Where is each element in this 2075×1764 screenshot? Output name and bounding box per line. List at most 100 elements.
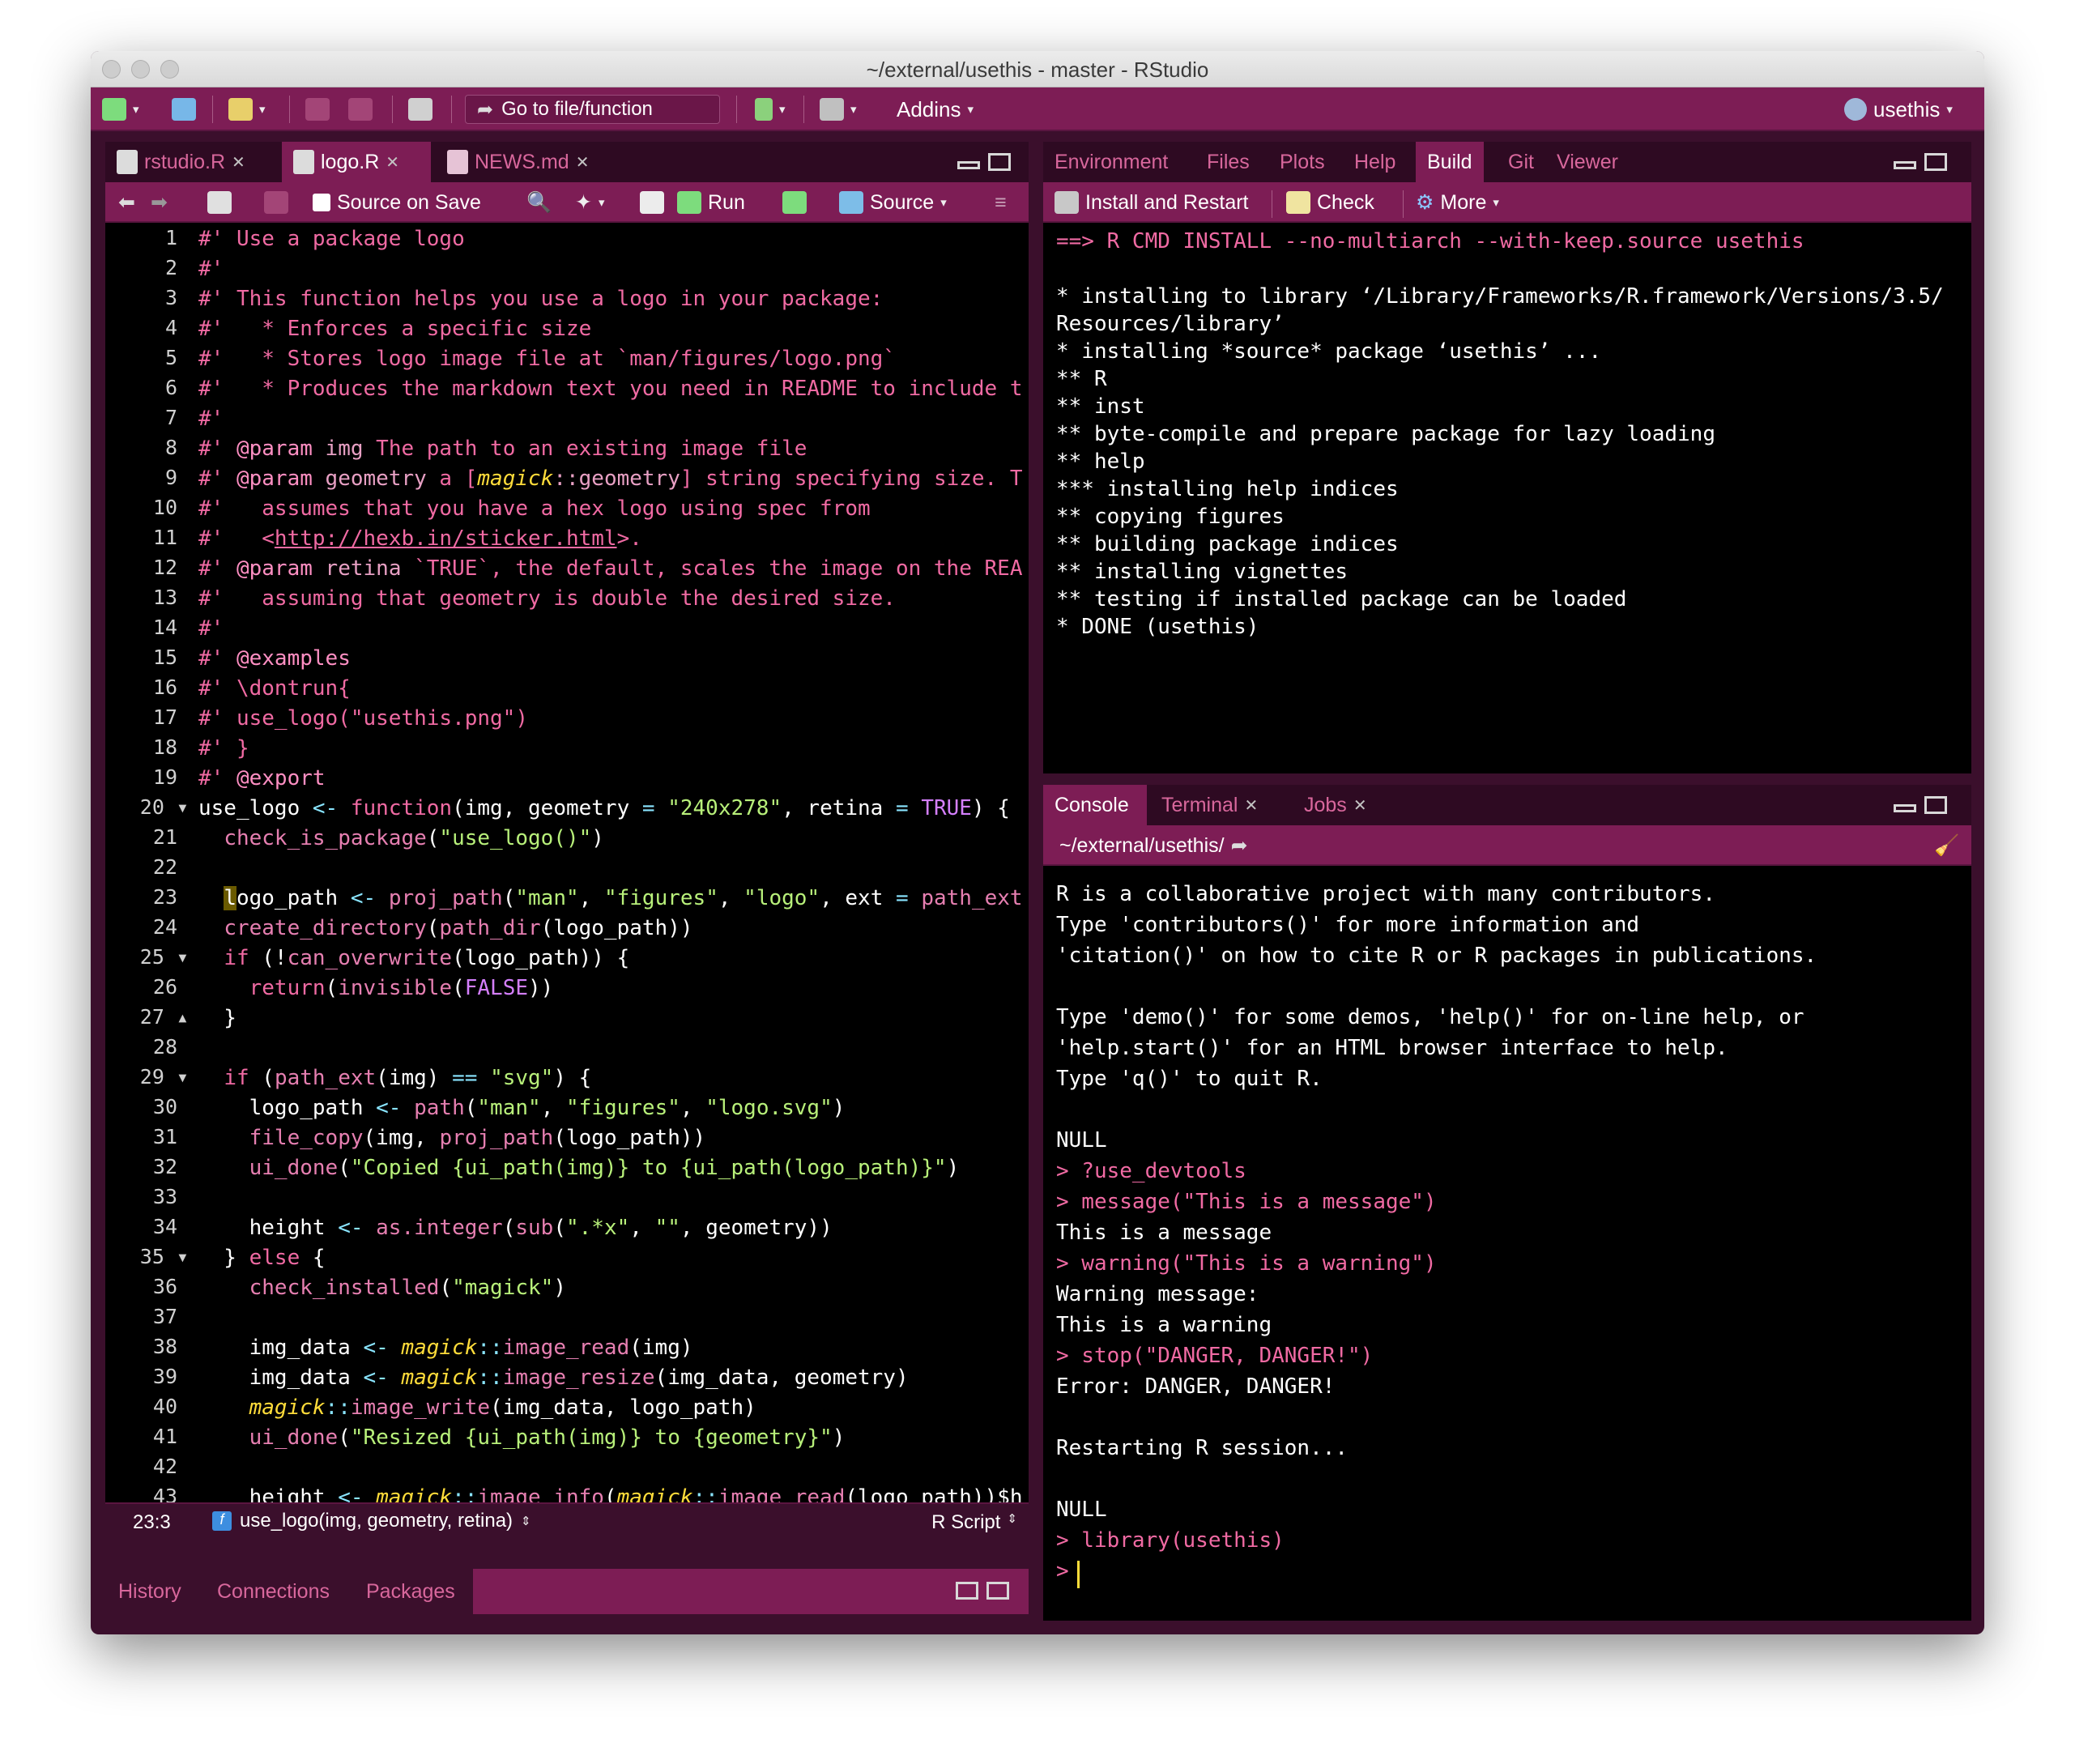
tab-label: Console: [1055, 793, 1129, 816]
toolbar-separator: [451, 96, 452, 123]
function-navigator[interactable]: f use_logo(img, geometry, retina) ⇕: [212, 1510, 531, 1532]
go-to-file-placeholder: Go to file/function: [501, 98, 653, 120]
print-button[interactable]: [408, 96, 432, 122]
console-input-line: > stop("DANGER, DANGER!"): [1056, 1344, 1374, 1368]
console-output[interactable]: R is a collaborative project with many c…: [1043, 866, 1971, 1621]
tab-news-md[interactable]: NEWS.md ✕: [436, 142, 601, 182]
tab-build[interactable]: Build: [1416, 142, 1484, 182]
save-all-button[interactable]: [348, 96, 373, 122]
new-project-button[interactable]: [172, 96, 196, 122]
compile-report-button[interactable]: [640, 190, 664, 215]
editor-status-bar: 23:3 f use_logo(img, geometry, retina) ⇕ R…: [105, 1502, 1029, 1540]
console-output-line: Error: DANGER, DANGER!: [1056, 1374, 1336, 1399]
r-project-icon: [1844, 98, 1867, 121]
tab-console[interactable]: Console: [1043, 785, 1147, 825]
source-button[interactable]: Source ▾: [839, 190, 947, 215]
save-all-icon: [348, 98, 373, 121]
show-in-window-icon: [207, 191, 232, 214]
tab-connections[interactable]: Connections: [204, 1569, 343, 1614]
console-input-line: > library(usethis): [1056, 1528, 1285, 1553]
tab-packages[interactable]: Packages: [353, 1569, 468, 1614]
console-output-line: This is a warning: [1056, 1313, 1272, 1337]
close-tab-icon[interactable]: ✕: [576, 152, 590, 173]
save-icon: [305, 98, 330, 121]
source-arrow-icon: [839, 191, 863, 214]
tab-viewer[interactable]: Viewer: [1545, 142, 1630, 182]
panes-grid-icon: [820, 98, 844, 121]
console-output-line: Type 'contributors()' for more informati…: [1056, 913, 1640, 937]
pane-window-controls: [956, 1582, 1009, 1600]
build-output-line: Resources/library’: [1056, 312, 1285, 336]
maximize-pane-icon[interactable]: [1924, 796, 1947, 814]
vcs-button[interactable]: ▾: [755, 96, 786, 122]
source-on-save-checkbox[interactable]: Source on Save: [313, 190, 481, 215]
new-file-button[interactable]: ▾: [102, 96, 139, 122]
tab-files[interactable]: Files: [1195, 142, 1261, 182]
tab-logo-r[interactable]: logo.R ✕: [282, 142, 431, 182]
install-restart-button[interactable]: Install and Restart: [1055, 190, 1249, 215]
restore-pane-icon[interactable]: [956, 1582, 978, 1600]
chevron-down-icon: ▾: [1946, 103, 1953, 117]
chevron-down-icon: ▾: [940, 196, 947, 210]
tab-plots[interactable]: Plots: [1268, 142, 1336, 182]
tab-help[interactable]: Help: [1343, 142, 1407, 182]
document-outline-button[interactable]: ≡: [995, 190, 1007, 215]
run-arrow-icon: [677, 191, 701, 214]
install-label: Install and Restart: [1085, 190, 1249, 214]
r-file-icon: [117, 150, 138, 174]
forward-button[interactable]: ➡: [151, 190, 168, 215]
tab-terminal[interactable]: Terminal ✕: [1150, 785, 1289, 825]
minimize-pane-icon[interactable]: [1894, 804, 1916, 812]
run-button[interactable]: Run: [677, 190, 745, 215]
clear-console-button[interactable]: 🧹: [1934, 833, 1959, 859]
minimize-pane-icon[interactable]: [957, 161, 980, 169]
build-output-line: ** byte-compile and prepare package for …: [1056, 422, 1715, 446]
r-file-icon: [293, 150, 314, 174]
close-tab-icon[interactable]: ✕: [1353, 795, 1367, 816]
chevron-down-icon: ▾: [259, 103, 266, 117]
editor-save-button[interactable]: [264, 190, 288, 215]
code-editor[interactable]: #' Use a package logo #' #' This functio…: [105, 223, 1029, 1510]
go-to-file-input[interactable]: ➦ Go to file/function: [465, 95, 720, 124]
pane-window-controls: [1894, 796, 1947, 814]
find-replace-button[interactable]: 🔍: [526, 190, 552, 215]
project-menu[interactable]: usethis ▾: [1844, 96, 1953, 122]
check-label: Check: [1317, 190, 1374, 214]
toolbar-separator: [289, 96, 290, 123]
tab-rstudio-r[interactable]: rstudio.R ✕: [105, 142, 279, 182]
tab-history[interactable]: History: [105, 1569, 194, 1614]
close-tab-icon[interactable]: ✕: [386, 152, 399, 173]
broom-icon: 🧹: [1934, 833, 1960, 857]
tab-label: rstudio.R: [144, 150, 226, 173]
maximize-pane-icon[interactable]: [1924, 153, 1947, 171]
close-tab-icon[interactable]: ✕: [1244, 795, 1258, 816]
project-label: usethis: [1873, 96, 1941, 121]
check-button[interactable]: Check: [1286, 190, 1374, 215]
build-toolbar: Install and Restart Check ⚙ More ▾: [1043, 182, 1971, 223]
build-output-line: * installing *source* package ‘usethis’ …: [1056, 339, 1602, 364]
maximize-pane-icon[interactable]: [986, 1582, 1009, 1600]
open-file-button[interactable]: ▾: [228, 96, 266, 122]
code-tools-button[interactable]: ✦ ▾: [575, 190, 604, 215]
more-menu[interactable]: ⚙ More ▾: [1416, 190, 1499, 215]
arrow-left-icon: ⬅: [118, 191, 135, 214]
build-output-line: ** help: [1056, 450, 1145, 474]
main-toolbar: ▾ ▾ ➦ Go to file/function ▾ ▾ Addins ▾ use…: [91, 87, 1984, 131]
working-directory[interactable]: ~/external/usethis/➦: [1059, 833, 1248, 859]
show-in-window-button[interactable]: [207, 190, 232, 215]
file-type-selector[interactable]: R Script ⇕: [931, 1511, 1017, 1534]
minimize-pane-icon[interactable]: [1894, 161, 1916, 169]
tab-jobs[interactable]: Jobs ✕: [1293, 785, 1388, 825]
build-output-line: *** installing help indices: [1056, 477, 1399, 501]
maximize-pane-icon[interactable]: [988, 153, 1011, 171]
addins-menu[interactable]: Addins ▾: [897, 96, 974, 122]
close-tab-icon[interactable]: ✕: [232, 152, 245, 173]
new-project-icon: [172, 98, 196, 121]
tab-git[interactable]: Git: [1497, 142, 1545, 182]
back-button[interactable]: ⬅: [118, 190, 135, 215]
workspace-panes-button[interactable]: ▾: [820, 96, 857, 122]
bottom-left-pane: History Connections Packages: [105, 1569, 1029, 1614]
save-button[interactable]: [305, 96, 330, 122]
tab-environment[interactable]: Environment: [1043, 142, 1179, 182]
rerun-button[interactable]: [782, 190, 807, 215]
